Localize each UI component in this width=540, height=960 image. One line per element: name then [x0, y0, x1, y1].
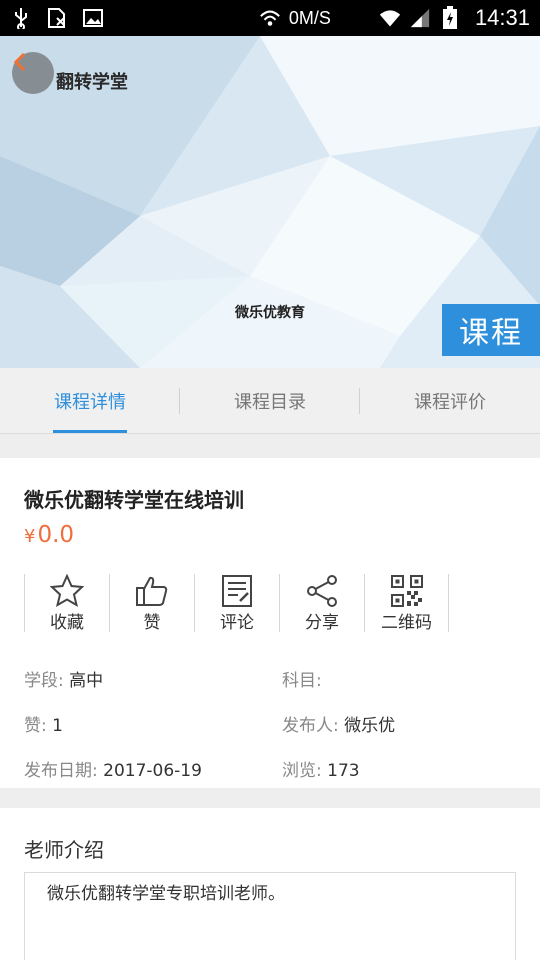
comment-icon	[220, 574, 254, 608]
section-divider	[0, 788, 540, 808]
meta-key: 科目:	[282, 671, 322, 691]
meta-key: 学段:	[24, 671, 64, 691]
section-divider	[0, 434, 540, 458]
qr-code-icon	[390, 574, 424, 608]
thumbs-up-icon	[135, 574, 169, 608]
meta-likes: 赞: 1	[24, 711, 63, 736]
back-button[interactable]	[12, 52, 54, 94]
clock: 14:31	[474, 5, 530, 30]
meta-publisher: 发布人: 微乐优	[282, 711, 395, 736]
comment-button[interactable]: 评论	[194, 574, 279, 633]
meta-publish-date: 发布日期: 2017-06-19	[24, 756, 202, 781]
meta-value: 173	[327, 761, 360, 781]
like-label: 赞	[143, 613, 161, 633]
qr-code-label: 二维码	[381, 613, 432, 633]
price-value: 0.0	[37, 522, 75, 548]
brand-logo-text: 翻转学堂	[56, 72, 128, 93]
meta-value: 高中	[69, 671, 104, 691]
sim-card-icon	[46, 7, 68, 29]
action-bar: 收藏 赞 评论 分享 二维码	[24, 574, 449, 633]
meta-subject: 科目:	[282, 666, 322, 691]
favorite-label: 收藏	[50, 613, 84, 633]
favorite-button[interactable]: 收藏	[24, 574, 109, 633]
teacher-section-title: 老师介绍	[24, 838, 104, 862]
meta-key: 浏览:	[282, 761, 322, 781]
status-bar: 0M/S 14:31	[0, 0, 540, 36]
course-title: 微乐优翻转学堂在线培训	[24, 488, 244, 512]
tab-course-catalog[interactable]: 课程目录	[180, 368, 360, 433]
meta-key: 赞:	[24, 716, 47, 736]
meta-stage: 学段: 高中	[24, 666, 103, 691]
network-speed: 0M/S	[288, 7, 331, 28]
share-label: 分享	[305, 613, 339, 633]
signal-icon	[409, 7, 431, 29]
image-icon	[82, 7, 104, 29]
star-icon	[50, 574, 84, 608]
tab-course-reviews[interactable]: 课程评价	[360, 368, 540, 433]
course-tabs: 课程详情 课程目录 课程评价	[0, 368, 540, 434]
teacher-intro: 微乐优翻转学堂专职培训老师。	[24, 872, 516, 960]
course-tag: 课程	[442, 304, 540, 356]
course-banner: 翻转学堂 微乐优教育 课程	[0, 36, 540, 368]
meta-value: 微乐优	[344, 716, 396, 736]
like-button[interactable]: 赞	[109, 574, 194, 633]
meta-key: 发布日期:	[24, 761, 98, 781]
tab-course-details[interactable]: 课程详情	[0, 368, 180, 433]
hotspot-icon	[259, 7, 281, 29]
course-price: ¥0.0	[24, 522, 74, 548]
meta-key: 发布人:	[282, 716, 339, 736]
share-icon	[305, 574, 339, 608]
wifi-icon	[379, 7, 401, 29]
tab-divider	[359, 388, 360, 414]
meta-views: 浏览: 173	[282, 756, 360, 781]
meta-value: 1	[52, 716, 63, 736]
comment-label: 评论	[220, 613, 254, 633]
qr-code-button[interactable]: 二维码	[364, 574, 449, 633]
usb-icon	[10, 7, 32, 29]
battery-icon	[439, 6, 461, 29]
meta-value: 2017-06-19	[103, 761, 202, 781]
currency-symbol: ¥	[24, 526, 36, 547]
tab-divider	[179, 388, 180, 414]
share-button[interactable]: 分享	[279, 574, 364, 633]
